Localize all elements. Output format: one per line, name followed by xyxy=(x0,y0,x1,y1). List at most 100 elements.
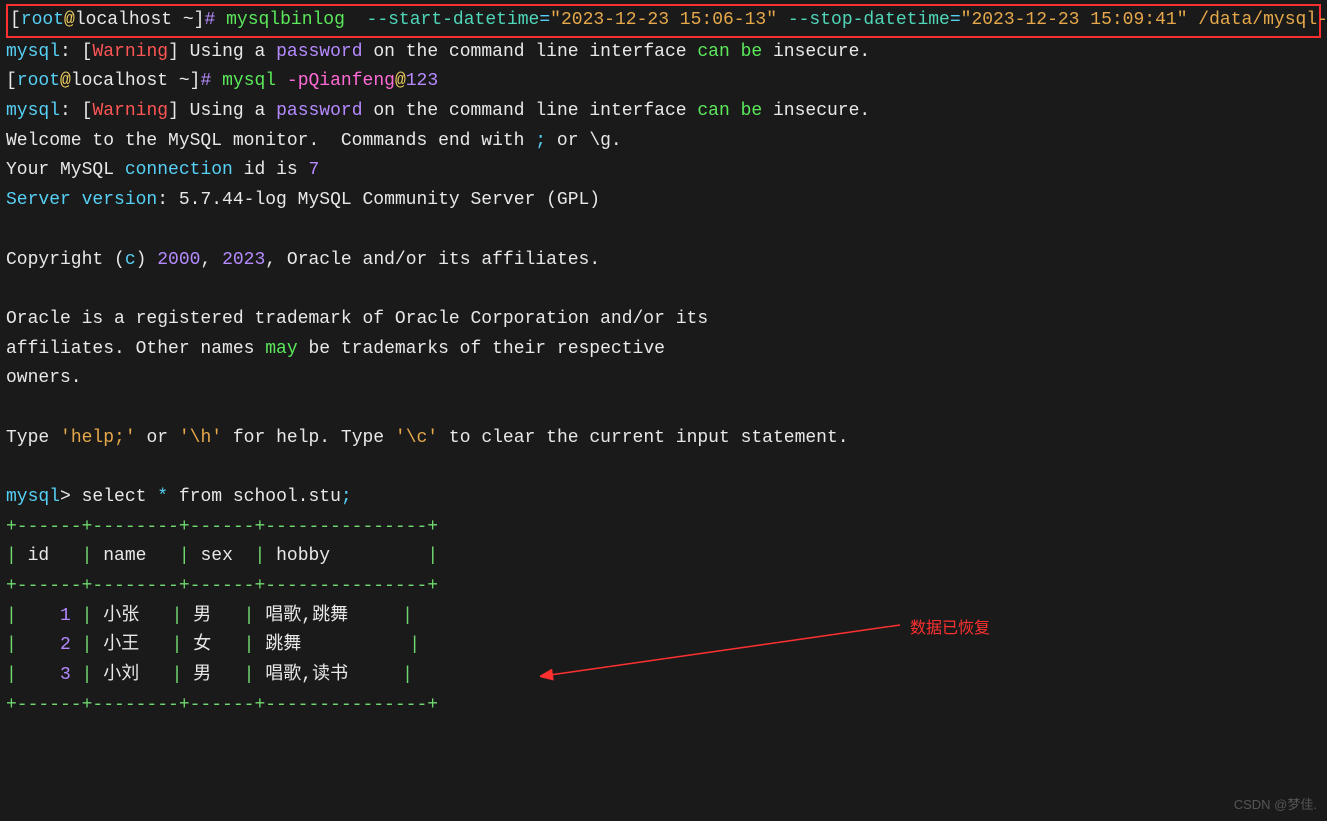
cmd-bin: mysqlbinlog xyxy=(226,10,356,30)
prompt-at: @ xyxy=(64,10,75,30)
oracle-trademark-1: Oracle is a registered trademark of Orac… xyxy=(6,305,1321,335)
prompt-close: ~] xyxy=(183,10,205,30)
annotation-label: 数据已恢复 xyxy=(910,616,990,642)
help-literal: 'help;' xyxy=(60,428,136,448)
paren: ) xyxy=(136,250,158,270)
highlighted-command-box: [root@localhost ~]# mysqlbinlog --start-… xyxy=(6,4,1321,38)
bracket: ] xyxy=(168,101,190,121)
semi: ; xyxy=(341,487,352,507)
owners-line: owners. xyxy=(6,364,1321,394)
year: 2000 xyxy=(157,250,200,270)
prompt-hash: # xyxy=(204,10,226,30)
bracket: ] xyxy=(168,42,190,62)
blank-line xyxy=(6,216,1321,246)
for-help-text: for help. Type xyxy=(222,428,395,448)
comma: , xyxy=(200,250,222,270)
or-text: or xyxy=(136,428,179,448)
blank-line xyxy=(6,453,1321,483)
welcome-line: Welcome to the MySQL monitor. Commands e… xyxy=(6,127,1321,157)
col-id: id xyxy=(28,546,50,566)
warn-text: Using a xyxy=(190,101,276,121)
table-row: | 2 | 小王 | 女 | 跳舞 | xyxy=(6,631,1321,661)
mysql-query-line[interactable]: mysql> select * from school.stu; xyxy=(6,483,1321,513)
warning-line-2: mysql: [Warning] Using a password on the… xyxy=(6,97,1321,127)
table-border-mid: +------+--------+------+---------------+ xyxy=(6,572,1321,602)
binfile: /data/mysql-bin.000001 xyxy=(1188,10,1327,30)
sep: | xyxy=(49,546,103,566)
eq: = xyxy=(539,10,550,30)
blank-line xyxy=(6,275,1321,305)
col-hobby: hobby xyxy=(276,546,330,566)
warning-line-1: mysql: [Warning] Using a password on the… xyxy=(6,38,1321,68)
command-line-2[interactable]: [root@localhost ~]# mysql -pQianfeng@123 xyxy=(6,67,1321,97)
colon: : xyxy=(60,101,82,121)
table-row: | 3 | 小刘 | 男 | 唱歌,读书 | xyxy=(6,661,1321,691)
prompt-user: root xyxy=(17,71,60,91)
warn-text: insecure. xyxy=(762,42,870,62)
blank-line xyxy=(6,394,1321,424)
table-border-top: +------+--------+------+---------------+ xyxy=(6,513,1321,543)
server-version-label: Server version xyxy=(6,190,157,210)
help-line: Type 'help;' or '\h' for help. Type '\c'… xyxy=(6,424,1321,454)
prompt-host: localhost xyxy=(75,10,183,30)
to-clear-text: to clear the current input statement. xyxy=(438,428,848,448)
oracle-text: affiliates. Other names xyxy=(6,339,265,359)
bracket: [ xyxy=(82,101,93,121)
welcome-or: or \g. xyxy=(546,131,622,151)
sep: | xyxy=(233,546,276,566)
table-body: | 1 | 小张 | 男 | 唱歌,跳舞 || 2 | 小王 | 女 | 跳舞 … xyxy=(6,602,1321,691)
start-val: "2023-12-23 15:06-13" xyxy=(550,10,777,30)
your-mysql: Your MySQL xyxy=(6,160,125,180)
col-name: name xyxy=(103,546,146,566)
from-clause: from school.stu xyxy=(179,487,341,507)
mysql-prompt: mysql xyxy=(6,487,60,507)
copyright-text: Copyright ( xyxy=(6,250,125,270)
prompt-bracket: [ xyxy=(6,71,17,91)
warn-text: Using a xyxy=(190,42,276,62)
oracle-text: , Oracle and/or its affiliates. xyxy=(265,250,600,270)
stop-flag: --stop-datetime xyxy=(777,10,950,30)
type-text: Type xyxy=(6,428,60,448)
oracle-text: be trademarks of their respective xyxy=(298,339,665,359)
prompt-bracket: [ xyxy=(10,10,21,30)
may-word: may xyxy=(265,339,297,359)
warn-canbe: can be xyxy=(697,42,762,62)
bh-literal: '\h' xyxy=(179,428,222,448)
table-header: | id | name | sex | hobby | xyxy=(6,542,1321,572)
star: * xyxy=(157,487,179,507)
warn-mysql: mysql xyxy=(6,42,60,62)
id-is: id is xyxy=(233,160,309,180)
start-flag: --start-datetime xyxy=(356,10,540,30)
year: 2023 xyxy=(222,250,265,270)
command-line-1[interactable]: [root@localhost ~]# mysqlbinlog --start-… xyxy=(10,6,1317,36)
warn-mysql: mysql xyxy=(6,101,60,121)
prompt-close: ~] xyxy=(179,71,201,91)
mysql-cmd: mysql xyxy=(222,71,287,91)
warn-password: password xyxy=(276,101,362,121)
warn-canbe: can be xyxy=(697,101,762,121)
sep: | xyxy=(146,546,200,566)
warn-text: on the command line interface xyxy=(363,101,698,121)
sep: | xyxy=(6,546,28,566)
welcome-text: Welcome to the MySQL monitor. Commands e… xyxy=(6,131,535,151)
oracle-text: Oracle is a registered trademark of Orac… xyxy=(6,309,708,329)
semi: ; xyxy=(535,131,546,151)
oracle-trademark-2: affiliates. Other names may be trademark… xyxy=(6,335,1321,365)
bc-literal: '\c' xyxy=(395,428,438,448)
table-border-bottom: +------+--------+------+---------------+ xyxy=(6,691,1321,721)
warn-text: insecure. xyxy=(762,101,870,121)
select-kw: select xyxy=(82,487,158,507)
colon: : xyxy=(60,42,82,62)
conn-id: 7 xyxy=(308,160,319,180)
warn-text: on the command line interface xyxy=(363,42,698,62)
warning-word: Warning xyxy=(92,42,168,62)
gt: > xyxy=(60,487,82,507)
password-flag: -pQianfeng xyxy=(287,71,395,91)
server-version-value: 5.7.44-log MySQL Community Server (GPL) xyxy=(179,190,600,210)
at-sign: @ xyxy=(395,71,406,91)
stop-val: "2023-12-23 15:09:41" xyxy=(961,10,1188,30)
pw-num: 123 xyxy=(406,71,438,91)
bracket: [ xyxy=(82,42,93,62)
table-row: | 1 | 小张 | 男 | 唱歌,跳舞 | xyxy=(6,602,1321,632)
copyright-line: Copyright (c) 2000, 2023, Oracle and/or … xyxy=(6,246,1321,276)
